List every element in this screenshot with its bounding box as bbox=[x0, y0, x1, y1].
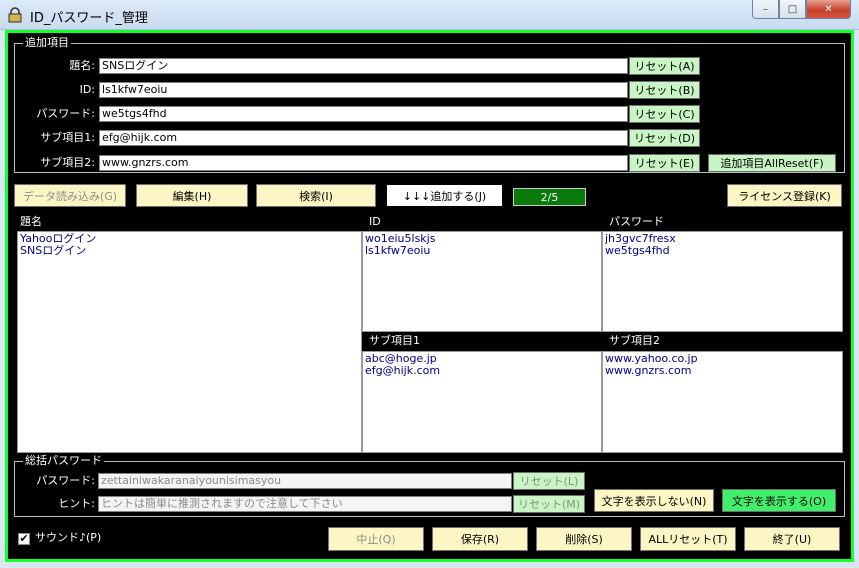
reset-id-button[interactable]: リセット(B) bbox=[629, 81, 700, 99]
sub1-list[interactable]: abc@hoge.jp efg@hijk.com bbox=[362, 351, 602, 453]
title-field[interactable]: SNSログイン bbox=[99, 58, 628, 74]
save-button[interactable]: 保存(R) bbox=[432, 527, 528, 551]
master-password-label: パスワード: bbox=[36, 474, 95, 487]
password-column-header: パスワード bbox=[609, 215, 664, 228]
sub1-column-header: サブ項目1 bbox=[369, 334, 420, 347]
exit-button[interactable]: 終了(U) bbox=[744, 527, 840, 551]
master-password-field[interactable]: zettainiwakaranaiyounisimasyou bbox=[98, 473, 512, 489]
sub2-field[interactable]: www.gnzrs.com bbox=[99, 155, 628, 171]
license-button[interactable]: ライセンス登録(K) bbox=[727, 184, 842, 207]
list-item[interactable]: we5tgs4fhd bbox=[605, 245, 840, 257]
record-counter: 2/5 bbox=[513, 188, 586, 206]
title-list[interactable]: Yahooログイン SNSログイン bbox=[17, 231, 362, 453]
reset-sub2-button[interactable]: リセット(E) bbox=[629, 154, 700, 172]
reset-master-password-button[interactable]: リセット(L) bbox=[513, 472, 585, 490]
reset-sub1-button[interactable]: リセット(D) bbox=[629, 129, 700, 147]
client-area: 追加項目 題名: SNSログイン リセット(A) ID: ls1kfw7eoiu… bbox=[5, 30, 854, 562]
search-button[interactable]: 検索(I) bbox=[256, 184, 376, 207]
delete-button[interactable]: 削除(S) bbox=[536, 527, 632, 551]
all-reset-button[interactable]: ALLリセット(T) bbox=[640, 527, 736, 551]
add-entry-button[interactable]: ↓↓↓追加する(J) bbox=[386, 184, 503, 207]
title-column-header: 題名 bbox=[20, 215, 42, 228]
load-data-button[interactable]: データ読み込み(G) bbox=[14, 184, 126, 207]
title-label: 題名: bbox=[69, 59, 95, 72]
id-column-header: ID bbox=[369, 215, 381, 228]
password-list[interactable]: jh3gvc7fresx we5tgs4fhd bbox=[602, 231, 843, 332]
sub2-list[interactable]: www.yahoo.co.jp www.gnzrs.com bbox=[602, 351, 843, 453]
minimize-button[interactable]: – bbox=[752, 0, 779, 19]
cancel-button[interactable]: 中止(Q) bbox=[328, 527, 424, 551]
list-item[interactable]: SNSログイン bbox=[20, 245, 359, 257]
password-label: パスワード: bbox=[36, 107, 95, 120]
show-text-button[interactable]: 文字を表示する(O) bbox=[722, 489, 836, 512]
id-label: ID: bbox=[79, 83, 95, 96]
sound-checkbox[interactable]: ✔ bbox=[18, 533, 30, 545]
master-password-group-title: 総括パスワード bbox=[23, 454, 104, 468]
add-items-group: 追加項目 題名: SNSログイン リセット(A) ID: ls1kfw7eoiu… bbox=[14, 36, 845, 173]
id-field[interactable]: ls1kfw7eoiu bbox=[99, 82, 628, 98]
sub2-label: サブ項目2: bbox=[40, 156, 95, 169]
maximize-button[interactable]: □ bbox=[779, 0, 806, 19]
reset-title-button[interactable]: リセット(A) bbox=[629, 57, 700, 75]
window-title: ID_パスワード_管理 bbox=[30, 11, 148, 26]
password-field[interactable]: we5tgs4fhd bbox=[99, 106, 628, 122]
hint-label: ヒント: bbox=[58, 497, 95, 510]
sub2-column-header: サブ項目2 bbox=[609, 334, 660, 347]
master-password-group: 総括パスワード パスワード: zettainiwakaranaiyounisim… bbox=[14, 454, 845, 517]
close-button[interactable]: ✕ bbox=[806, 0, 851, 19]
reset-password-button[interactable]: リセット(C) bbox=[629, 105, 700, 123]
list-item[interactable]: efg@hijk.com bbox=[365, 365, 599, 377]
add-items-group-title: 追加項目 bbox=[23, 36, 71, 50]
reset-hint-button[interactable]: リセット(M) bbox=[513, 495, 585, 513]
id-list[interactable]: wo1eiu5lskjs ls1kfw7eoiu bbox=[362, 231, 602, 332]
sub1-field[interactable]: efg@hijk.com bbox=[99, 130, 628, 146]
list-item[interactable]: ls1kfw7eoiu bbox=[365, 245, 599, 257]
edit-button[interactable]: 編集(H) bbox=[136, 184, 248, 207]
title-bar: ID_パスワード_管理 – □ ✕ bbox=[0, 0, 859, 30]
list-item[interactable]: www.gnzrs.com bbox=[605, 365, 840, 377]
all-reset-add-button[interactable]: 追加項目AllReset(F) bbox=[708, 154, 836, 172]
sub1-label: サブ項目1: bbox=[40, 131, 95, 144]
hint-field[interactable]: ヒントは簡単に推測されますので注意して下さい bbox=[98, 496, 512, 512]
hide-text-button[interactable]: 文字を表示しない(N) bbox=[594, 489, 714, 512]
sound-label[interactable]: サウンド♪(P) bbox=[35, 531, 101, 545]
lock-icon bbox=[8, 7, 22, 23]
